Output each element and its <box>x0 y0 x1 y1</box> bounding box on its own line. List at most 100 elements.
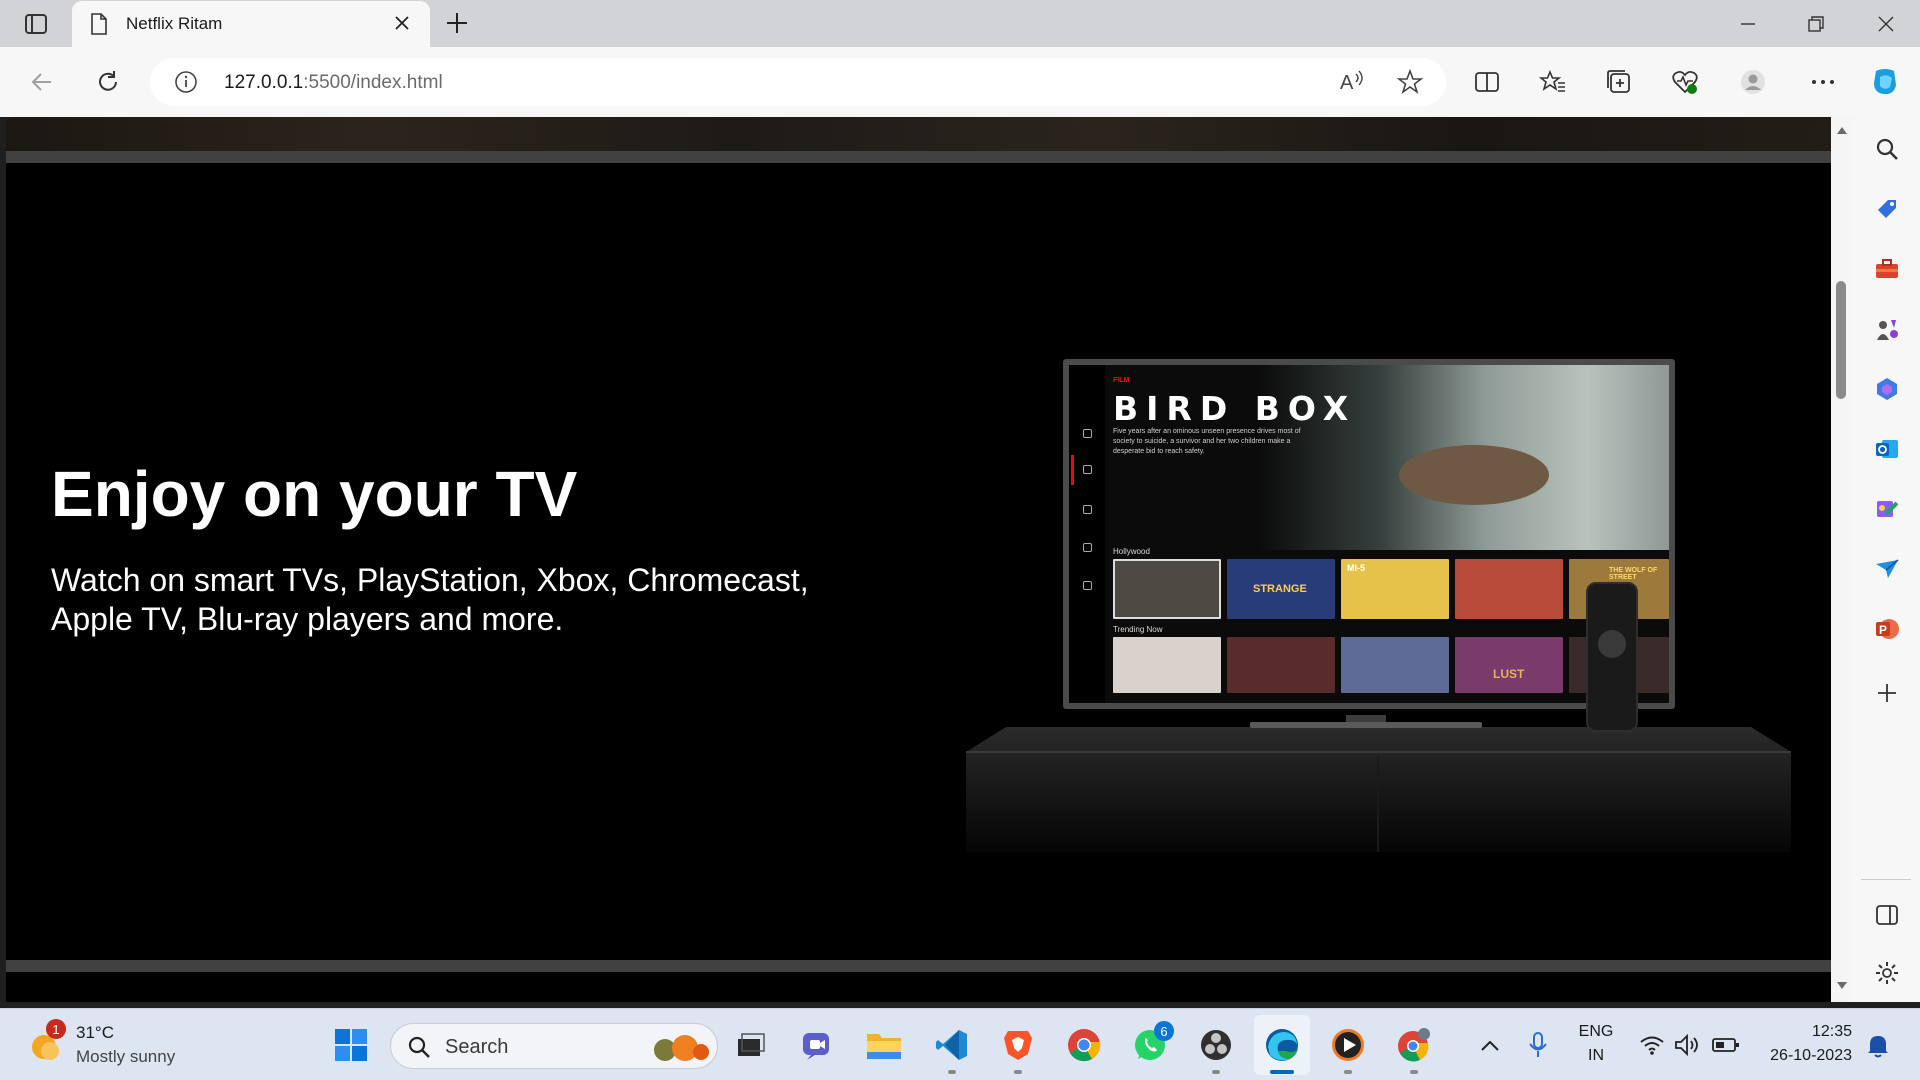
add-sidebar-app-icon[interactable] <box>1871 677 1903 709</box>
wifi-icon[interactable] <box>1632 1025 1672 1065</box>
collections-icon[interactable] <box>1602 65 1636 99</box>
weather-temperature[interactable]: 31°C <box>76 1023 114 1043</box>
tab-bar: Netflix Ritam <box>0 0 1920 47</box>
tv-thumbnail: MI-5 <box>1341 559 1449 619</box>
tv-sidebar <box>1069 365 1105 703</box>
microsoft-365-icon[interactable] <box>1871 373 1903 405</box>
search-icon[interactable] <box>1871 133 1903 165</box>
chrome-profile-icon[interactable] <box>1394 1025 1434 1065</box>
search-icon <box>407 1035 431 1064</box>
page-scrollbar[interactable] <box>1831 117 1853 1002</box>
favorites-icon[interactable] <box>1536 65 1570 99</box>
clock-time[interactable]: 12:35 <box>1756 1023 1852 1041</box>
tv-thumbnail <box>1455 559 1563 619</box>
split-screen-icon[interactable] <box>1470 65 1504 99</box>
search-label: Search <box>445 1036 509 1058</box>
weather-badge: 1 <box>46 1019 66 1039</box>
outlook-icon[interactable] <box>1871 433 1903 465</box>
media-player-icon[interactable] <box>1328 1025 1368 1065</box>
tv-row-label: Trending Now <box>1113 625 1163 634</box>
minimize-icon[interactable] <box>1734 10 1762 38</box>
clock-date[interactable]: 26-10-2023 <box>1756 1047 1852 1065</box>
games-icon[interactable] <box>1871 313 1903 345</box>
section-subtext: Watch on smart TVs, PlayStation, Xbox, C… <box>51 562 809 637</box>
notifications-bell-icon[interactable] <box>1858 1025 1898 1065</box>
edge-sidebar: P <box>1853 117 1920 1002</box>
copilot-icon[interactable] <box>1868 65 1902 99</box>
read-aloud-icon[interactable]: A <box>1338 68 1366 101</box>
tv-thumbnail <box>1113 559 1221 619</box>
hide-sidebar-icon[interactable] <box>1871 899 1903 931</box>
settings-gear-icon[interactable] <box>1871 957 1903 989</box>
tv-base <box>1250 722 1482 728</box>
taskbar-search-box[interactable]: Search <box>390 1023 718 1069</box>
scrollbar-thumb[interactable] <box>1836 281 1846 399</box>
chrome-icon[interactable] <box>1064 1025 1104 1065</box>
tv-thumbnail <box>1113 637 1221 693</box>
profile-icon[interactable] <box>1736 65 1770 99</box>
language-indicator[interactable]: ENG <box>1578 1023 1614 1041</box>
favorite-star-icon[interactable] <box>1396 68 1424 101</box>
address-bar[interactable]: 127.0.0.1:5500/index.html A <box>150 58 1446 106</box>
running-indicator <box>948 1070 956 1074</box>
region-indicator[interactable]: IN <box>1578 1047 1614 1065</box>
browser-essentials-icon[interactable] <box>1668 65 1702 99</box>
close-tab-icon[interactable] <box>392 13 412 38</box>
active-tab[interactable]: Netflix Ritam <box>72 1 430 47</box>
tv-row-label: Hollywood <box>1113 547 1150 556</box>
new-tab-icon[interactable] <box>444 10 470 41</box>
show-hidden-icons-icon[interactable] <box>1470 1025 1510 1065</box>
sidebar-divider <box>1861 879 1911 880</box>
scroll-down-icon[interactable] <box>1836 981 1848 991</box>
active-indicator <box>1270 1070 1294 1074</box>
tv-screen: FILM BIRD BOX Five years after an ominou… <box>1069 365 1669 703</box>
hero-background-strip <box>6 117 1831 151</box>
tools-icon[interactable] <box>1871 253 1903 285</box>
refresh-icon[interactable] <box>90 64 126 100</box>
teams-chat-icon[interactable] <box>798 1025 838 1065</box>
page-viewport: Enjoy on your TV Watch on smart TVs, Pla… <box>6 117 1831 1002</box>
close-window-icon[interactable] <box>1872 10 1900 38</box>
powerpoint-icon[interactable]: P <box>1871 613 1903 645</box>
tv-thumbnail: STRANGE <box>1227 559 1335 619</box>
tv-illustration: FILM BIRD BOX Five years after an ominou… <box>1063 359 1675 709</box>
vscode-icon[interactable] <box>932 1025 972 1065</box>
brave-icon[interactable] <box>998 1025 1038 1065</box>
running-indicator <box>1212 1070 1220 1074</box>
windows-taskbar: 1 31°C Mostly sunny Search 6 ENG IN 12:3… <box>0 1008 1920 1080</box>
svg-text:P: P <box>1879 623 1887 637</box>
running-indicator <box>1014 1070 1022 1074</box>
section-divider <box>6 960 1831 972</box>
netflix-film-tag: FILM <box>1113 377 1130 384</box>
weather-description[interactable]: Mostly sunny <box>76 1047 175 1067</box>
designer-icon[interactable] <box>1871 493 1903 525</box>
url-text[interactable]: 127.0.0.1:5500/index.html <box>224 72 443 94</box>
more-options-icon[interactable] <box>1806 65 1840 99</box>
site-info-icon[interactable] <box>174 70 198 99</box>
section-headline: Enjoy on your TV <box>51 458 578 530</box>
task-view-icon[interactable] <box>730 1025 770 1065</box>
send-icon[interactable] <box>1871 553 1903 585</box>
battery-icon[interactable] <box>1706 1025 1746 1065</box>
tv-thumbnail: LUST <box>1455 637 1563 693</box>
running-indicator <box>1344 1070 1352 1074</box>
start-windows-icon[interactable] <box>331 1025 371 1065</box>
address-toolbar: 127.0.0.1:5500/index.html A <box>0 47 1920 117</box>
running-indicator <box>1410 1070 1418 1074</box>
boat-image <box>1399 445 1549 505</box>
edge-icon[interactable] <box>1262 1025 1302 1065</box>
file-explorer-icon[interactable] <box>864 1025 904 1065</box>
microphone-icon[interactable] <box>1518 1025 1558 1065</box>
tab-actions-icon[interactable] <box>20 10 52 38</box>
shopping-tag-icon[interactable] <box>1871 193 1903 225</box>
volume-icon[interactable] <box>1668 1025 1708 1065</box>
tv-thumbnail <box>1341 637 1449 693</box>
tab-title: Netflix Ritam <box>126 14 223 33</box>
restore-icon[interactable] <box>1802 10 1830 38</box>
scroll-up-icon[interactable] <box>1836 125 1848 135</box>
page-icon <box>90 13 108 40</box>
whatsapp-badge: 6 <box>1154 1021 1174 1041</box>
back-icon[interactable] <box>24 64 60 100</box>
tv-thumbnail <box>1227 637 1335 693</box>
obs-icon[interactable] <box>1196 1025 1236 1065</box>
